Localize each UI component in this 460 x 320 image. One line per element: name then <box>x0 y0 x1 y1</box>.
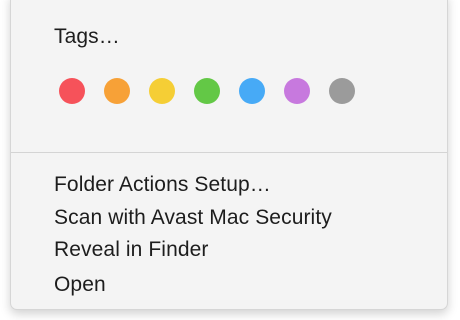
tag-red-dot[interactable] <box>59 78 85 104</box>
tags-menu-item[interactable]: Tags… <box>54 23 120 51</box>
scan-with-avast-item[interactable]: Scan with Avast Mac Security <box>54 204 332 232</box>
tag-blue-dot[interactable] <box>239 78 265 104</box>
folder-actions-setup-item[interactable]: Folder Actions Setup… <box>54 171 271 199</box>
tag-gray-dot[interactable] <box>329 78 355 104</box>
tag-yellow-dot[interactable] <box>149 78 175 104</box>
reveal-in-finder-item[interactable]: Reveal in Finder <box>54 236 209 264</box>
tag-orange-dot[interactable] <box>104 78 130 104</box>
menu-separator <box>11 152 447 153</box>
tag-purple-dot[interactable] <box>284 78 310 104</box>
open-item[interactable]: Open <box>54 271 106 299</box>
tag-color-row <box>59 78 374 104</box>
tag-green-dot[interactable] <box>194 78 220 104</box>
context-menu: Tags… Folder Actions Setup… Scan with Av… <box>10 0 448 310</box>
